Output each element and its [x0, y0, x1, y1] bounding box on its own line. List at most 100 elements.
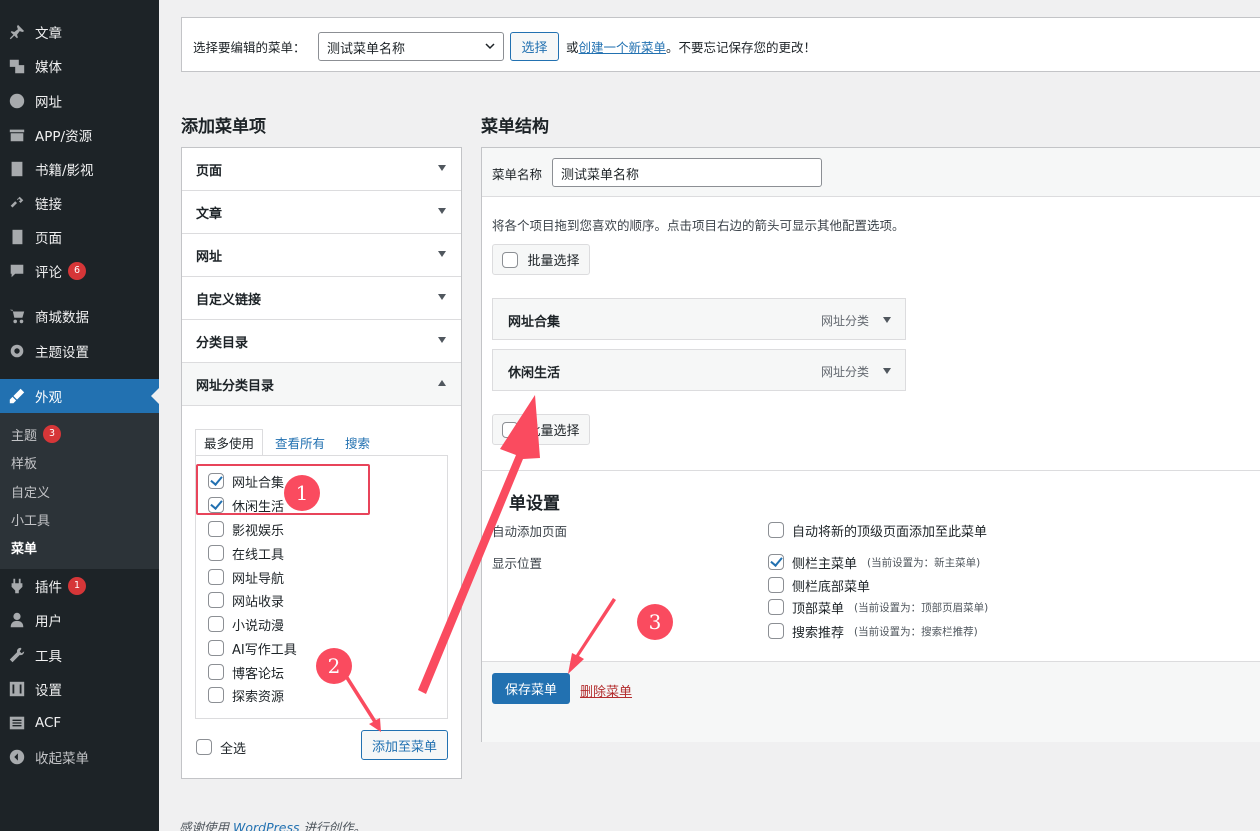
- checkbox[interactable]: [768, 623, 784, 639]
- menu-settings-heading: 单设置: [509, 494, 560, 514]
- list-item[interactable]: 影视娱乐: [208, 519, 284, 539]
- checkbox[interactable]: [208, 569, 224, 585]
- chevron-down-icon: [438, 208, 446, 214]
- submenu-item-patterns[interactable]: 样板: [11, 451, 37, 473]
- app-icon: [8, 126, 26, 144]
- step-2-marker: 2: [316, 648, 352, 684]
- bulk-select-button-bottom[interactable]: 批量选择: [492, 414, 590, 445]
- sidebar-item-label: ACF: [35, 715, 62, 731]
- menu-select-dropdown[interactable]: 测试菜单名称: [318, 32, 504, 61]
- sidebar-item-appearance[interactable]: 外观: [0, 379, 159, 413]
- checkbox: [502, 251, 519, 268]
- chevron-down-icon: [438, 251, 446, 257]
- menu-item[interactable]: 休闲生活 网址分类: [492, 349, 906, 391]
- checkbox[interactable]: [768, 522, 784, 538]
- wordpress-link[interactable]: WordPress: [233, 820, 299, 831]
- menu-item-type: 网址分类: [820, 314, 869, 328]
- media-icon: [8, 57, 26, 75]
- admin-sidebar: 文章 媒体 网址 APP/资源 书籍/影视 链接 页面 评论 6 商城数据 主题…: [0, 0, 159, 831]
- tab-most-used[interactable]: 最多使用: [195, 429, 264, 456]
- list-item[interactable]: 小说动漫: [208, 614, 284, 634]
- chevron-down-icon: [485, 43, 495, 50]
- save-menu-button[interactable]: 保存菜单: [492, 673, 570, 704]
- accordion-posts[interactable]: 文章: [182, 191, 461, 234]
- sidebar-item-label: 插件: [35, 580, 62, 596]
- comment-icon: [8, 262, 26, 280]
- submenu-item-themes[interactable]: 主题 3: [11, 423, 62, 445]
- sidebar-item-tools[interactable]: 工具: [0, 638, 159, 672]
- step-3-marker: 3: [637, 604, 673, 640]
- location-option[interactable]: 侧栏主菜单 (当前设置为：新主菜单): [768, 552, 980, 572]
- sidebar-item-acf[interactable]: ACF: [0, 706, 159, 740]
- submenu-item-menus[interactable]: 菜单: [11, 536, 37, 558]
- list-item[interactable]: 在线工具: [208, 543, 284, 563]
- settings-icon: [8, 680, 26, 698]
- checkbox[interactable]: [208, 545, 224, 561]
- sidebar-collapse-button[interactable]: 收起菜单: [0, 740, 159, 774]
- sidebar-item-plugins[interactable]: 插件 1: [0, 569, 159, 603]
- menu-instructions: 将各个项目拖到您喜欢的顺序。点击项目右边的箭头可显示其他配置选项。: [492, 218, 905, 233]
- checkbox[interactable]: [768, 599, 784, 615]
- sidebar-item-label: 页面: [35, 231, 62, 247]
- gear-icon: [8, 342, 26, 360]
- checkbox[interactable]: [208, 521, 224, 537]
- bulk-select-button[interactable]: 批量选择: [492, 244, 590, 275]
- submenu-item-customize[interactable]: 自定义: [11, 480, 50, 502]
- sidebar-item-app[interactable]: APP/资源: [0, 118, 159, 152]
- brush-icon: [8, 387, 26, 405]
- list-item[interactable]: 网址导航: [208, 567, 284, 587]
- sidebar-item-media[interactable]: 媒体: [0, 49, 159, 83]
- sidebar-item-comments[interactable]: 评论 6: [0, 254, 159, 288]
- select-menu-note: 或创建一个新菜单。不要忘记保存您的更改！: [566, 40, 817, 55]
- accordion-custom-links[interactable]: 自定义链接: [182, 277, 461, 320]
- plugin-icon: [8, 577, 26, 595]
- list-item[interactable]: AI写作工具: [208, 638, 297, 658]
- checkbox[interactable]: [208, 664, 224, 680]
- auto-add-option[interactable]: 自动将新的顶级页面添加至此菜单: [768, 520, 987, 540]
- select-menu-label: 选择要编辑的菜单：: [193, 40, 306, 55]
- menu-name-input[interactable]: 测试菜单名称: [552, 158, 822, 187]
- accordion-categories[interactable]: 分类目录: [182, 320, 461, 363]
- menu-item-type: 网址分类: [820, 365, 869, 379]
- checkbox[interactable]: [208, 687, 224, 703]
- sidebar-item-users[interactable]: 用户: [0, 603, 159, 637]
- location-option[interactable]: 顶部菜单 (当前设置为：顶部页眉菜单): [768, 597, 988, 617]
- chevron-down-icon[interactable]: [883, 317, 891, 323]
- create-menu-link[interactable]: 创建一个新菜单: [579, 40, 667, 55]
- checkbox[interactable]: [208, 616, 224, 632]
- sidebar-item-theme-settings[interactable]: 主题设置: [0, 334, 159, 368]
- delete-menu-link[interactable]: 删除菜单: [580, 681, 632, 700]
- menu-structure-panel: [481, 147, 1260, 742]
- sidebar-item-books[interactable]: 书籍/影视: [0, 152, 159, 186]
- select-menu-button[interactable]: 选择: [510, 32, 559, 61]
- sidebar-item-label: 评论: [35, 265, 62, 281]
- add-to-menu-button[interactable]: 添加至菜单: [361, 730, 448, 760]
- list-item[interactable]: 网站收录: [208, 590, 284, 610]
- list-item[interactable]: 博客论坛: [208, 662, 284, 682]
- sidebar-item-links[interactable]: 链接: [0, 186, 159, 220]
- location-option[interactable]: 侧栏底部菜单: [768, 575, 870, 595]
- themes-count-badge: 3: [43, 425, 62, 443]
- location-option[interactable]: 搜索推荐 (当前设置为：搜索栏推荐): [768, 621, 978, 641]
- sidebar-item-pages[interactable]: 页面: [0, 220, 159, 254]
- checkbox[interactable]: [208, 592, 224, 608]
- checkbox[interactable]: [768, 554, 784, 570]
- submenu-item-widgets[interactable]: 小工具: [11, 508, 50, 530]
- sidebar-item-sites[interactable]: 网址: [0, 84, 159, 118]
- tab-search[interactable]: 搜索: [337, 429, 378, 456]
- accordion-site-categories[interactable]: 网址分类目录: [182, 363, 461, 406]
- accordion-pages[interactable]: 页面: [182, 148, 461, 191]
- checkbox[interactable]: [208, 640, 224, 656]
- tab-view-all[interactable]: 查看所有: [267, 429, 333, 456]
- sidebar-item-label: 主题设置: [35, 345, 89, 361]
- chevron-down-icon[interactable]: [883, 368, 891, 374]
- select-all[interactable]: 全选: [196, 737, 246, 757]
- sidebar-item-posts[interactable]: 文章: [0, 15, 159, 49]
- checkbox[interactable]: [768, 577, 784, 593]
- sidebar-item-settings[interactable]: 设置: [0, 672, 159, 706]
- menu-item[interactable]: 网址合集 网址分类: [492, 298, 906, 340]
- list-item[interactable]: 探索资源: [208, 685, 284, 705]
- sidebar-item-shop-data[interactable]: 商城数据: [0, 299, 159, 333]
- select-all-checkbox[interactable]: [196, 739, 212, 755]
- accordion-sites[interactable]: 网址: [182, 234, 461, 277]
